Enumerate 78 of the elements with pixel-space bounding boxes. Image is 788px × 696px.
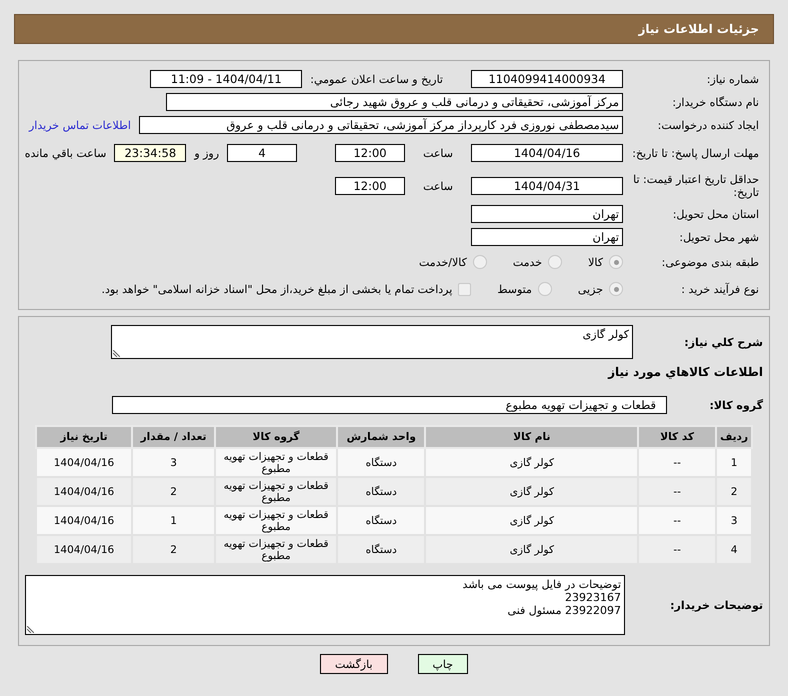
table-cell: کولر گازی	[425, 535, 638, 564]
table-cell: دستگاه	[337, 448, 426, 477]
goods-group-field: قطعات و تجهیزات تهویه مطبوع	[112, 396, 667, 414]
field-label: ساعت	[423, 146, 453, 160]
description-field[interactable]: کولر گازی	[111, 325, 633, 359]
contact-link[interactable]: اطلاعات تماس خریدار	[29, 118, 131, 132]
radio-label: كالا	[588, 256, 603, 268]
table-cell: دستگاه	[337, 506, 426, 535]
radio-label: جزیی	[578, 282, 603, 296]
table-cell: --	[638, 448, 716, 477]
countdown-field: 23:34:58	[114, 144, 186, 162]
field-label: طبقه بندی موضوعی:	[660, 256, 759, 268]
table-cell: 1	[132, 506, 216, 535]
field-label: شهر محل تحویل:	[678, 230, 759, 244]
field-label: تاريخ و ساعت اعلان عمومي:	[310, 72, 443, 86]
table-cell: 1	[716, 448, 752, 477]
table-cell: --	[638, 477, 716, 506]
table-cell: 1404/04/16	[36, 448, 132, 477]
field-label: ایجاد کننده درخواست:	[656, 118, 759, 132]
table-cell: دستگاه	[337, 535, 426, 564]
column-header: گروه کالا	[215, 426, 338, 448]
table-cell: 2	[132, 477, 216, 506]
column-header: واحد شمارش	[337, 426, 426, 448]
table-cell: قطعات و تجهیزات تهویه مطبوع	[215, 448, 338, 477]
table-cell: 3	[716, 506, 752, 535]
table-cell: 2	[716, 477, 752, 506]
date-field: 1404/04/31	[471, 177, 623, 195]
city-field: تهران	[471, 228, 623, 246]
radio-label: متوسط	[497, 282, 532, 296]
table-cell: 1404/04/16	[36, 535, 132, 564]
field-label: ساعت باقي مانده	[24, 146, 106, 160]
days-field: 4	[227, 144, 298, 162]
time-field: 12:00	[335, 144, 406, 162]
column-header: کد کالا	[638, 426, 716, 448]
need-number-field: 1104099414000934	[471, 70, 623, 88]
province-field: تهران	[471, 205, 623, 223]
table-cell: 4	[716, 535, 752, 564]
field-label: ساعت	[423, 180, 453, 192]
table-cell: --	[638, 506, 716, 535]
field-label: حداقل تاریخ اعتبار قیمت: تا تاریخ:	[632, 173, 759, 199]
table-cell: کولر گازی	[425, 448, 638, 477]
radio-label: خدمت	[512, 256, 542, 268]
radio-label: كالا/خدمت	[419, 256, 467, 268]
field-label: توضیحات خریدار:	[669, 598, 763, 612]
field-label: نوع فرآیند خرید :	[680, 282, 759, 296]
column-header: ردیف	[716, 426, 752, 448]
column-header: نام کالا	[425, 426, 638, 448]
page-title: جزئیات اطلاعات نیاز	[14, 14, 774, 44]
buyer-notes-field[interactable]: توضیحات در فایل پیوست می باشد 23923167 23922097 مسئول فنی	[25, 575, 625, 635]
print-button[interactable]: چاپ	[418, 654, 468, 674]
announce-date-field: 1404/04/11 - 11:09	[150, 70, 302, 88]
time-field: 12:00	[335, 177, 406, 195]
field-label: مهلت ارسال پاسخ: تا تاریخ:	[631, 146, 759, 160]
date-field: 1404/04/16	[471, 144, 623, 162]
field-label: گروه کالا:	[708, 398, 763, 412]
section-heading: اطلاعات کالاهاي مورد نياز	[606, 365, 763, 379]
table-cell: قطعات و تجهیزات تهویه مطبوع	[215, 535, 338, 564]
table-cell: 3	[132, 448, 216, 477]
buyer-org-field: مرکز آموزشی، تحقیقاتی و درمانی قلب و عروق شهید رجائی	[166, 93, 623, 111]
field-label: روز و	[194, 146, 220, 160]
column-header: تاریخ نیاز	[36, 426, 132, 448]
table-cell: کولر گازی	[425, 477, 638, 506]
table-cell: دستگاه	[337, 477, 426, 506]
requester-field: سیدمصطفی نوروزی فرد کارپرداز مرکز آموزشی، تحقیقاتی و درمانی قلب و عروق	[138, 116, 623, 134]
field-label: شرح کلي نياز:	[683, 336, 763, 348]
field-label: نام دستگاه خریدار:	[671, 96, 759, 108]
column-header: تعداد / مقدار	[132, 426, 216, 448]
table-cell: قطعات و تجهیزات تهویه مطبوع	[215, 506, 338, 535]
table-cell: قطعات و تجهیزات تهویه مطبوع	[215, 477, 338, 506]
field-label: شماره نیاز:	[706, 72, 759, 86]
table-cell: 1404/04/16	[36, 477, 132, 506]
table-cell: 1404/04/16	[36, 506, 132, 535]
field-label: استان محل تحویل:	[672, 208, 759, 220]
table-cell: 2	[132, 535, 216, 564]
back-button[interactable]: بازگشت	[320, 654, 388, 674]
table-cell: --	[638, 535, 716, 564]
checkbox-label: پرداخت تمام یا بخشی از مبلغ خرید،از محل "اسناد خزانه اسلامی" خواهد بود.	[102, 282, 452, 296]
table-cell: کولر گازی	[425, 506, 638, 535]
